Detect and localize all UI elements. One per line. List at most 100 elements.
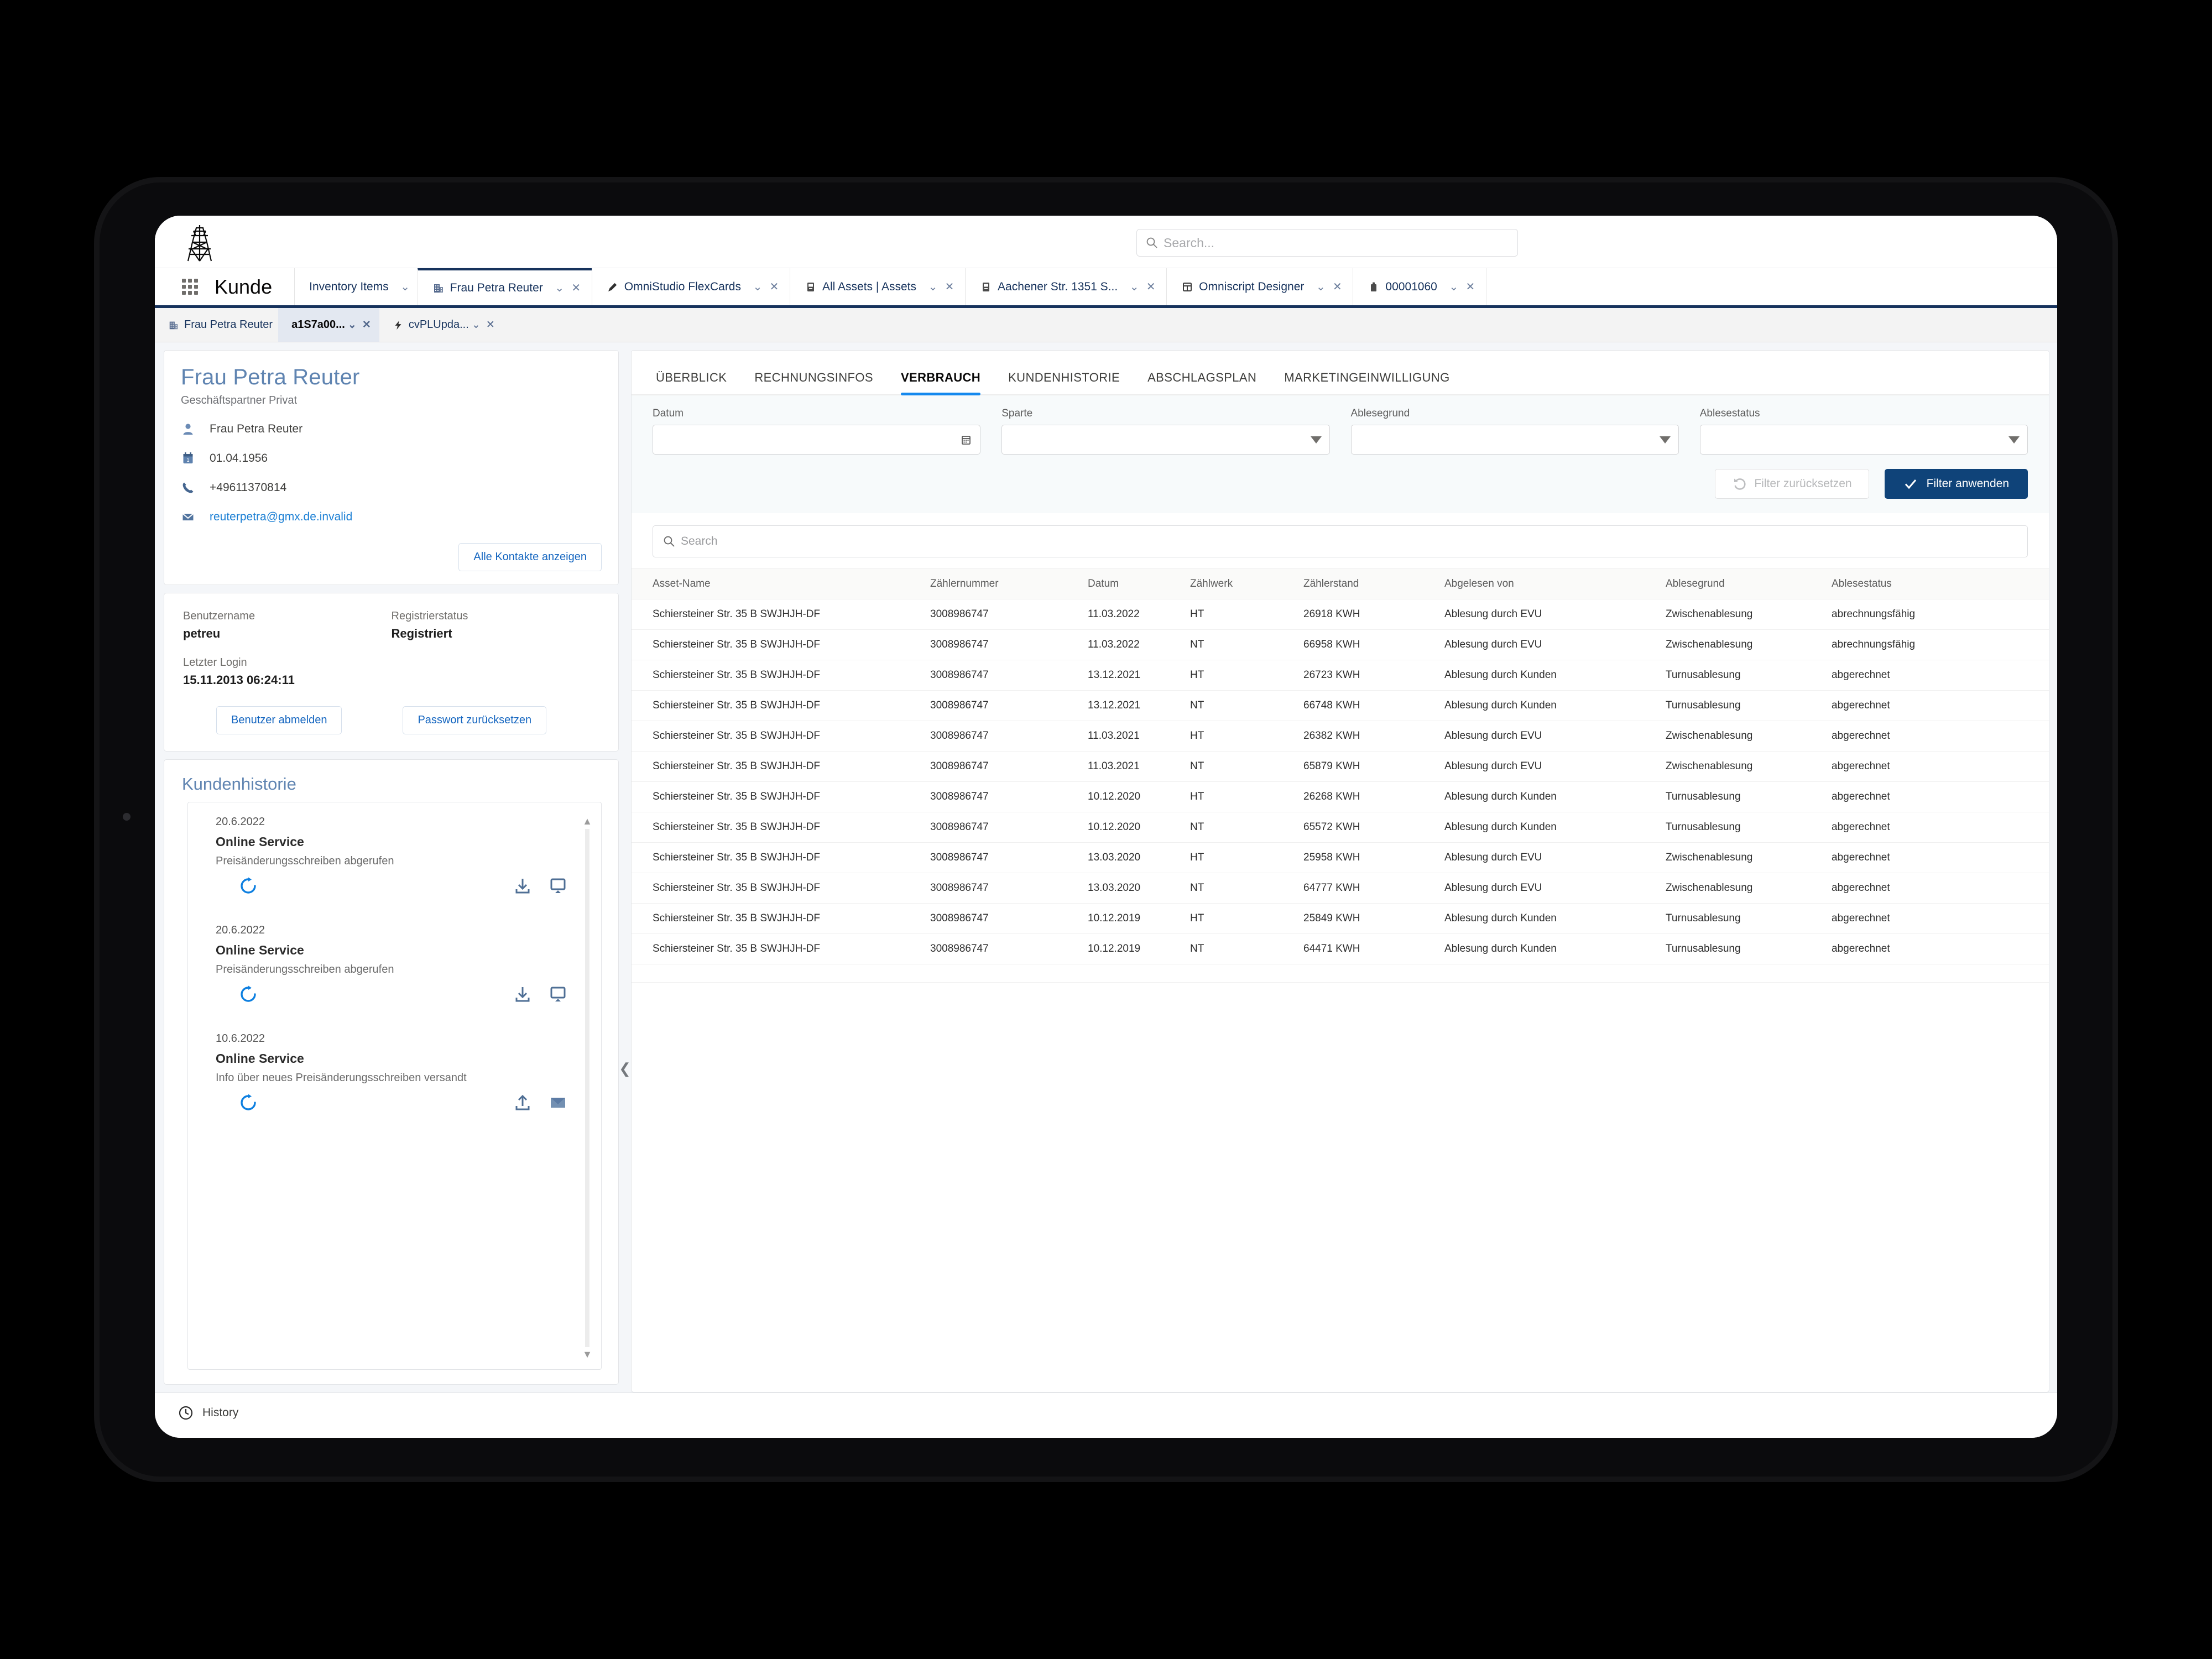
upload-icon[interactable] [514, 1094, 531, 1112]
table-row[interactable]: Schiersteiner Str. 35 B SWJHJH-DF 3008986… [632, 781, 2049, 812]
app-name: Kunde [215, 275, 273, 298]
logout-user-button[interactable]: Benutzer abmelden [216, 706, 342, 734]
close-icon[interactable]: ✕ [1143, 280, 1159, 294]
table-row[interactable]: Schiersteiner Str. 35 B SWJHJH-DF 3008986… [632, 812, 2049, 843]
tab-kundenhistorie[interactable]: KUNDENHISTORIE [1008, 365, 1120, 394]
refresh-icon[interactable] [239, 1093, 258, 1112]
close-icon[interactable]: ✕ [359, 319, 374, 331]
filter-ablesegrund-select[interactable] [1350, 425, 1679, 455]
table-row[interactable]: Schiersteiner Str. 35 B SWJHJH-DF 3008986… [632, 873, 2049, 904]
sub-tab-label: Frau Petra Reuter [184, 319, 273, 331]
close-icon[interactable]: ✕ [942, 280, 957, 294]
close-icon[interactable]: ✕ [1329, 280, 1345, 294]
nav-tab-omnistudio-flexcards[interactable]: OmniStudio FlexCards ⌄ ✕ [591, 268, 790, 305]
column-zaehlwerk[interactable]: Zählwerk [1190, 568, 1303, 599]
table-cell: HT [1190, 781, 1303, 812]
reset-filter-button[interactable]: Filter zurücksetzen [1715, 469, 1869, 499]
history-footer-label[interactable]: History [202, 1406, 238, 1420]
close-icon[interactable]: ✕ [483, 319, 498, 331]
sub-tab-cvplupda[interactable]: cvPLUpda... ⌄ ✕ [379, 308, 503, 342]
tab-marketingeinwilligung[interactable]: MARKETINGEINWILLIGUNG [1284, 365, 1449, 394]
scrollbar-track[interactable] [585, 829, 589, 1347]
tab-uberblick[interactable]: ÜBERBLICK [656, 365, 727, 394]
refresh-icon[interactable] [239, 985, 258, 1004]
filter-datum-input[interactable] [653, 425, 981, 455]
chevron-down-icon[interactable]: ⌄ [1313, 280, 1328, 294]
table-cell: 13.12.2021 [1088, 660, 1190, 691]
nav-tab-aachener-str[interactable]: Aachener Str. 1351 S... ⌄ ✕ [965, 268, 1167, 305]
nav-tab-00001060[interactable]: 00001060 ⌄ ✕ [1353, 268, 1486, 305]
calendar-icon[interactable] [960, 434, 972, 446]
table-cell: Schiersteiner Str. 35 B SWJHJH-DF [632, 812, 930, 843]
nav-tab-inventory-items[interactable]: Inventory Items ⌄ [294, 268, 418, 305]
app-launcher-icon[interactable] [177, 268, 202, 305]
table-row[interactable]: Schiersteiner Str. 35 B SWJHJH-DF 3008986… [632, 751, 2049, 782]
chevron-down-icon[interactable]: ⌄ [925, 280, 941, 294]
column-abgelesen-von[interactable]: Abgelesen von [1444, 568, 1666, 599]
sub-tab-a1s7a00[interactable]: a1S7a00... ⌄ ✕ [278, 308, 379, 342]
apply-filter-button[interactable]: Filter anwenden [1884, 469, 2028, 499]
chevron-down-icon[interactable]: ⌄ [345, 319, 359, 331]
chevron-down-icon[interactable]: ⌄ [1126, 280, 1142, 294]
global-search-box[interactable]: Search... [1136, 229, 1518, 257]
tab-abschlagsplan[interactable]: ABSCHLAGSPLAN [1147, 365, 1256, 394]
table-cell: abgerechnet [1832, 690, 2049, 721]
chevron-down-icon[interactable]: ⌄ [750, 280, 765, 294]
nav-tab-label: Aachener Str. 1351 S... [998, 280, 1118, 293]
scroll-up-arrow-icon[interactable]: ▲ [581, 816, 593, 827]
column-zaehlerstand[interactable]: Zählerstand [1303, 568, 1444, 599]
refresh-icon[interactable] [239, 877, 258, 895]
close-icon[interactable]: ✕ [766, 280, 782, 294]
monitor-icon[interactable] [549, 985, 567, 1003]
list-item[interactable]: 20.6.2022 Online Service Preisänderungss… [188, 911, 601, 1019]
column-zaehlernummer[interactable]: Zählernummer [930, 568, 1088, 599]
list-item[interactable]: 10.6.2022 Online Service Info über neues… [188, 1019, 601, 1128]
table-row[interactable]: Schiersteiner Str. 35 B SWJHJH-DF 3008986… [632, 842, 2049, 873]
table-row[interactable]: Schiersteiner Str. 35 B SWJHJH-DF 3008986… [632, 903, 2049, 934]
nav-tab-all-assets[interactable]: All Assets | Assets ⌄ ✕ [790, 268, 966, 305]
scroll-down-arrow-icon[interactable]: ▼ [581, 1349, 593, 1360]
table-row[interactable]: Schiersteiner Str. 35 B SWJHJH-DF 3008986… [632, 690, 2049, 721]
list-item[interactable]: 20.6.2022 Online Service Preisänderungss… [188, 802, 601, 911]
reset-password-button[interactable]: Passwort zurücksetzen [403, 706, 547, 734]
nav-tab-frau-petra-reuter[interactable]: Frau Petra Reuter ⌄ ✕ [417, 268, 592, 305]
chevron-down-icon[interactable]: ⌄ [1446, 280, 1462, 294]
filter-ablesestatus-label: Ablesestatus [1699, 408, 1760, 419]
collapse-left-panel-icon[interactable]: ❮ [618, 1056, 632, 1081]
table-row[interactable]: Schiersteiner Str. 35 B SWJHJH-DF 3008986… [632, 660, 2049, 691]
tab-rechnungsinfos[interactable]: RECHNUNGSINFOS [754, 365, 873, 394]
table-row[interactable]: Schiersteiner Str. 35 B SWJHJH-DF 3008986… [632, 721, 2049, 752]
column-asset-name[interactable]: Asset-Name [632, 568, 930, 599]
mail-filled-icon[interactable] [549, 1094, 567, 1112]
table-row[interactable]: Schiersteiner Str. 35 B SWJHJH-DF 3008986… [632, 629, 2049, 660]
sub-tab-frau-petra-reuter[interactable]: Frau Petra Reuter [155, 308, 279, 342]
close-icon[interactable]: ✕ [568, 281, 584, 295]
table-row[interactable]: Schiersteiner Str. 35 B SWJHJH-DF 3008986… [632, 599, 2049, 630]
table-row[interactable]: Schiersteiner Str. 35 B SWJHJH-DF 3008986… [632, 933, 2049, 964]
chevron-down-icon[interactable] [2008, 436, 2020, 444]
filter-fields: Datum Sparte Ablesegrund Ablesestatus [653, 408, 2028, 455]
chevron-down-icon[interactable]: ⌄ [398, 280, 413, 294]
chevron-down-icon[interactable]: ⌄ [469, 319, 483, 331]
chevron-down-icon[interactable] [1659, 436, 1671, 444]
filter-ablesestatus-select[interactable] [1699, 425, 2028, 455]
chevron-down-icon[interactable] [1310, 436, 1322, 444]
nav-tab-omniscript-designer[interactable]: Omniscript Designer ⌄ ✕ [1166, 268, 1353, 305]
registration-status-field: Registrierstatus Registriert [392, 610, 600, 641]
column-datum[interactable]: Datum [1088, 568, 1190, 599]
filter-sparte-select[interactable] [1001, 425, 1330, 455]
monitor-icon[interactable] [549, 877, 567, 895]
profile-email-value[interactable]: reuterpetra@gmx.de.invalid [210, 510, 352, 524]
chevron-down-icon[interactable]: ⌄ [552, 281, 567, 295]
show-all-contacts-button[interactable]: Alle Kontakte anzeigen [458, 543, 602, 571]
table-search-input[interactable]: Search [653, 525, 2028, 557]
tab-verbrauch[interactable]: VERBRAUCH [900, 365, 981, 395]
download-icon[interactable] [514, 985, 531, 1003]
download-icon[interactable] [514, 877, 531, 895]
column-ablesestatus[interactable]: Ablesestatus [1832, 568, 2049, 599]
column-ablesegrund[interactable]: Ablesegrund [1666, 568, 1832, 599]
table-cell: NT [1190, 751, 1303, 782]
close-icon[interactable]: ✕ [1463, 280, 1478, 294]
table-cell: 3008986747 [930, 721, 1088, 752]
history-scrollbar[interactable]: ▲ ▼ [581, 816, 593, 1360]
